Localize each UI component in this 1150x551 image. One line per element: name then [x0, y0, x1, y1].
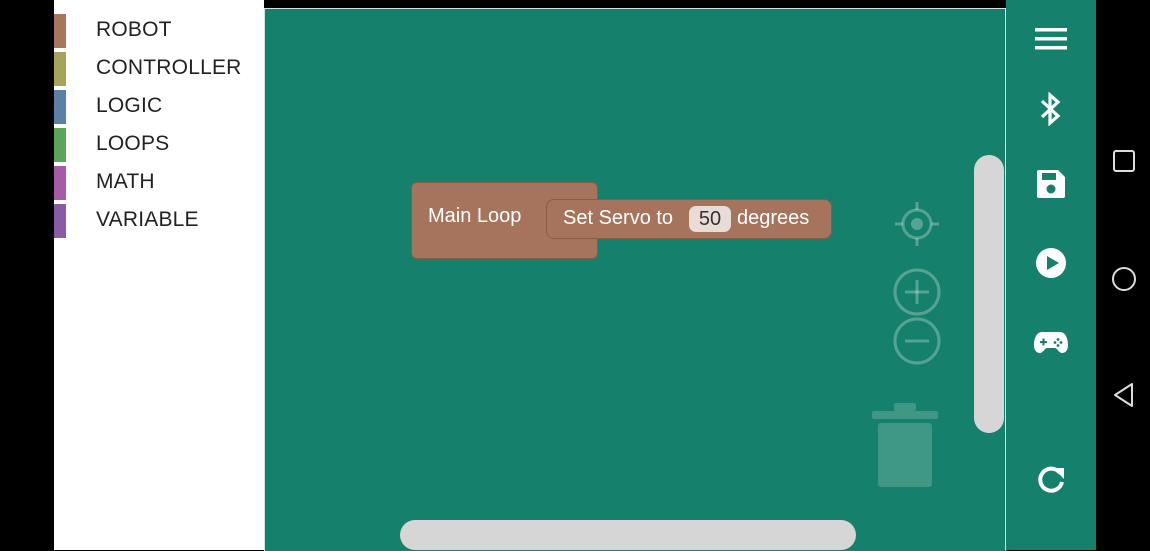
gamepad-icon[interactable] [1030, 321, 1072, 363]
block-category-toolbox: ROBOT CONTROLLER LOGIC LOOPS MATH VARIAB… [54, 0, 264, 550]
recenter-icon[interactable] [893, 200, 941, 248]
zoom-out-icon[interactable] [892, 316, 942, 366]
category-color-swatch [54, 14, 66, 48]
recents-icon[interactable] [1110, 147, 1138, 175]
zoom-in-icon[interactable] [892, 267, 942, 317]
vertical-scrollbar[interactable] [974, 155, 1004, 433]
main-loop-label: Main Loop [428, 205, 522, 227]
refresh-icon[interactable] [1030, 459, 1072, 501]
category-color-swatch [54, 90, 66, 124]
horizontal-scrollbar[interactable] [400, 520, 856, 550]
category-math[interactable]: MATH [54, 166, 264, 202]
left-bezel [0, 0, 54, 550]
servo-suffix-label: degrees [737, 207, 810, 229]
category-label: ROBOT [96, 18, 172, 41]
right-app-bar [1006, 0, 1096, 550]
category-color-swatch [54, 128, 66, 162]
category-color-swatch [54, 166, 66, 200]
category-variable[interactable]: VARIABLE [54, 204, 264, 240]
category-controller[interactable]: CONTROLLER [54, 52, 264, 88]
category-label: CONTROLLER [96, 56, 242, 79]
category-label: LOGIC [96, 94, 163, 117]
category-label: LOOPS [96, 132, 170, 155]
servo-value-field[interactable]: 50 [689, 206, 731, 232]
category-label: VARIABLE [96, 208, 199, 231]
system-nav-bar [1096, 0, 1150, 550]
servo-prefix-label: Set Servo to [563, 207, 674, 229]
play-icon[interactable] [1030, 242, 1072, 284]
menu-icon[interactable] [1030, 18, 1072, 60]
app-screen: ROBOT CONTROLLER LOGIC LOOPS MATH VARIAB… [0, 0, 1150, 551]
save-icon[interactable] [1030, 163, 1072, 205]
set-servo-block[interactable]: Set Servo to 50 degrees [546, 199, 832, 239]
category-label: MATH [96, 170, 155, 193]
category-robot[interactable]: ROBOT [54, 14, 264, 50]
back-icon[interactable] [1110, 381, 1138, 409]
category-color-swatch [54, 204, 66, 238]
trash-icon[interactable] [872, 403, 938, 489]
home-icon[interactable] [1110, 265, 1138, 293]
bluetooth-icon[interactable] [1030, 88, 1072, 130]
category-logic[interactable]: LOGIC [54, 90, 264, 126]
category-loops[interactable]: LOOPS [54, 128, 264, 164]
category-color-swatch [54, 52, 66, 86]
